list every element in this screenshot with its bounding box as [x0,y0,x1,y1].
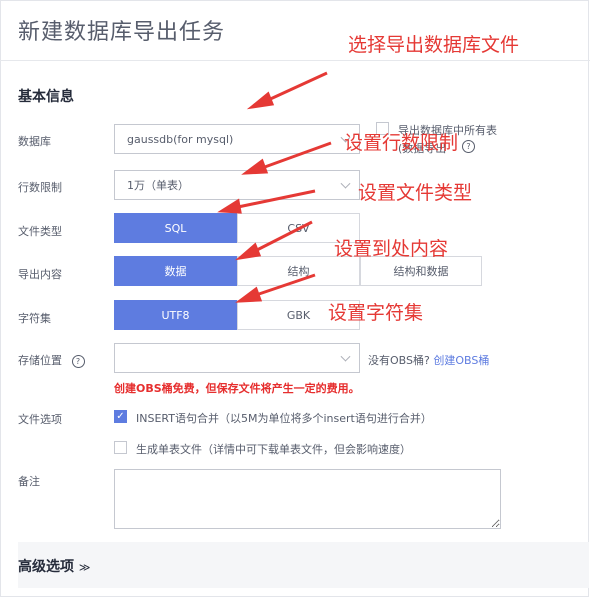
annotation-arrow-1 [265,71,328,103]
annotation-1: 选择导出数据库文件 [348,34,520,56]
annotation-arrowhead-2 [241,158,269,175]
annotation-arrow-4 [254,220,313,253]
annotation-arrow-2 [261,141,332,170]
annotation-arrows [217,71,332,303]
annotation-3: 设置文件类型 [358,182,473,204]
annotation-2: 设置行数限制 [344,132,459,154]
annotation-arrowhead-4 [235,242,262,261]
annotation-5: 设置字符集 [328,302,424,324]
annotation-arrow-3 [237,189,316,209]
annotation-arrowhead-5 [235,286,263,303]
annotation-arrowhead-3 [217,198,242,214]
annotation-4: 设置到处内容 [334,238,449,260]
annotation-arrow-5 [255,273,316,297]
annotation-arrowhead-1 [246,91,275,110]
